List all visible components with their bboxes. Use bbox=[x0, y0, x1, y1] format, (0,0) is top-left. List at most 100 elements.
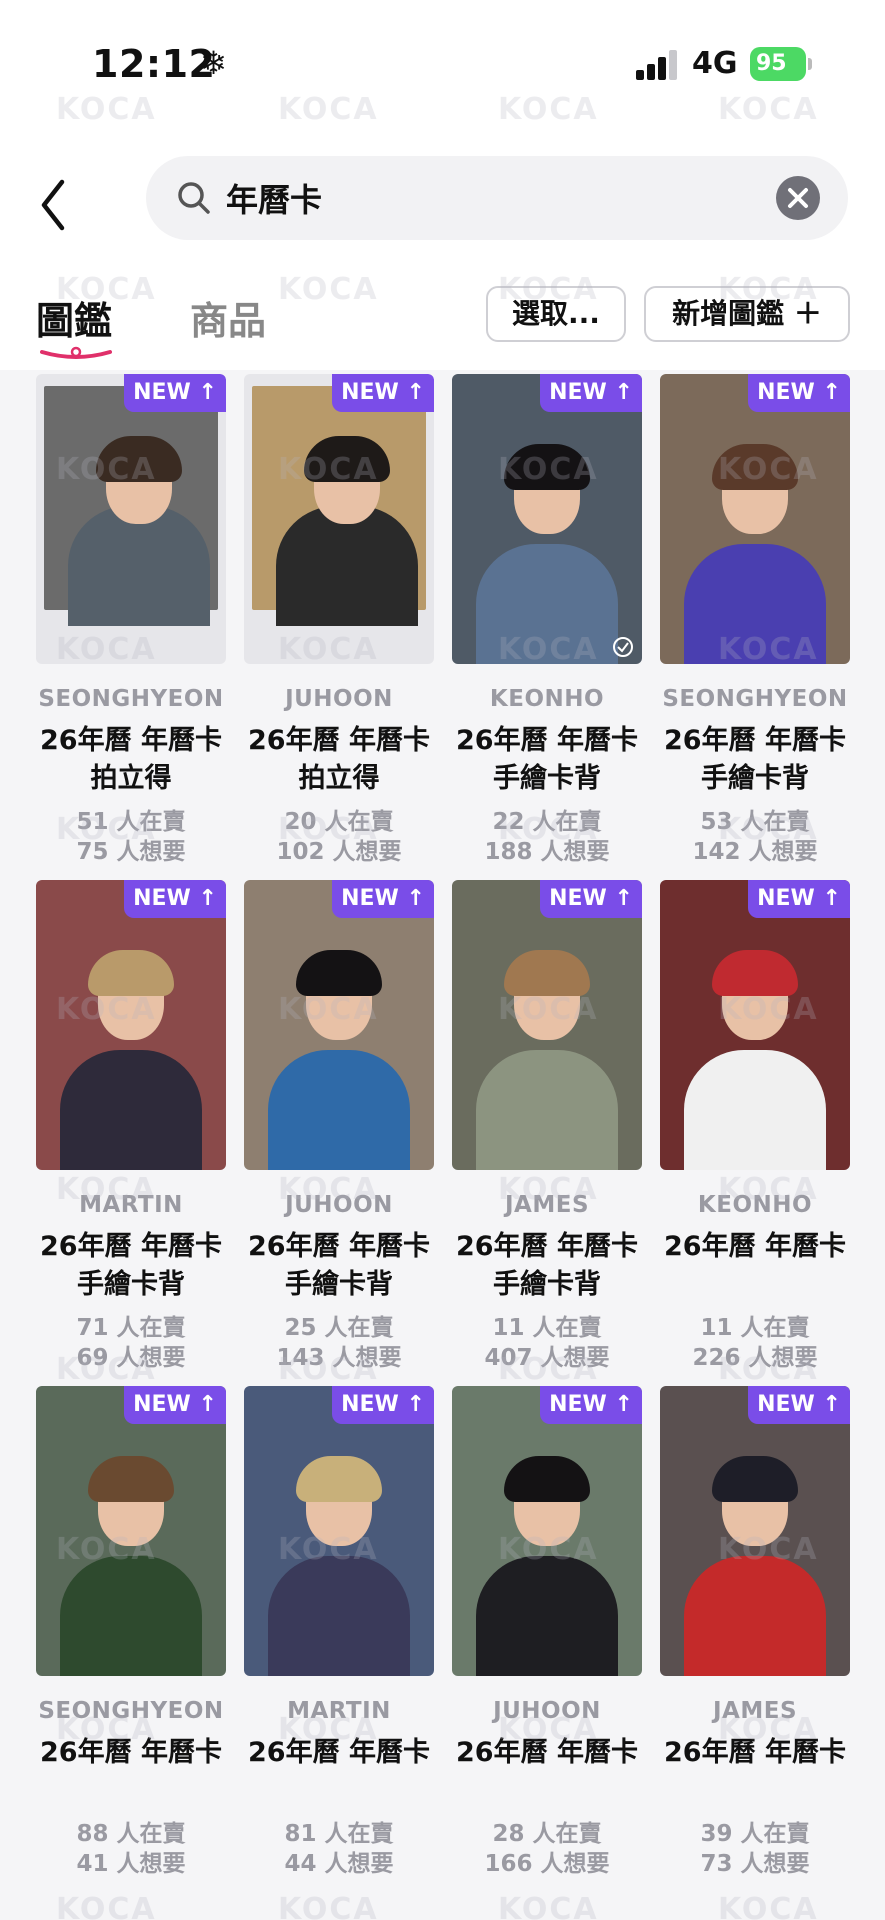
figure-hair bbox=[296, 1456, 382, 1502]
card-image[interactable]: NEW ↑ bbox=[452, 880, 642, 1170]
photocard-item[interactable]: NEW ↑ JAMES 26年曆 年曆卡 39 人在賣 73 人想要 bbox=[660, 1384, 850, 1890]
card-image[interactable]: NEW ↑ bbox=[36, 374, 226, 664]
close-icon bbox=[788, 188, 808, 208]
wanting-count: 75 人想要 bbox=[76, 839, 186, 865]
new-badge: NEW ↑ bbox=[748, 374, 850, 412]
photocard-item[interactable]: NEW ↑ SEONGHYEON 26年曆 年曆卡 手繪卡背 53 人在賣 14… bbox=[660, 372, 850, 878]
figure-hair bbox=[712, 444, 798, 490]
photocard-item[interactable]: NEW ↑ MARTIN 26年曆 年曆卡 81 人在賣 44 人想要 bbox=[244, 1384, 434, 1890]
selling-count: 71 人在賣 bbox=[76, 1315, 186, 1341]
card-grid: NEW ↑ SEONGHYEON 26年曆 年曆卡 拍立得 51 人在賣 75 … bbox=[36, 372, 850, 1890]
card-photo bbox=[244, 1386, 434, 1676]
figure-body bbox=[276, 506, 418, 626]
card-image[interactable]: NEW ↑ bbox=[36, 880, 226, 1170]
wanting-count: 188 人想要 bbox=[484, 839, 610, 865]
member-name: SEONGHYEON bbox=[38, 1698, 224, 1724]
figure-hair bbox=[712, 950, 798, 996]
card-image[interactable]: NEW ↑ bbox=[660, 374, 850, 664]
figure-body bbox=[268, 1050, 410, 1170]
tab-indicator bbox=[40, 346, 112, 359]
figure-hair bbox=[88, 950, 174, 996]
figure-hair bbox=[88, 1456, 174, 1502]
photocard-item[interactable]: NEW ↑ JAMES 26年曆 年曆卡 手繪卡背 11 人在賣 407 人想要 bbox=[452, 878, 642, 1384]
card-title: 26年曆 年曆卡 手繪卡背 bbox=[456, 1231, 638, 1300]
new-badge: NEW ↑ bbox=[540, 374, 642, 412]
snowflake-icon: ❄ bbox=[200, 44, 227, 82]
add-collection-button[interactable]: 新增圖鑑 ＋ bbox=[644, 286, 850, 342]
card-image[interactable]: NEW ↑ bbox=[660, 880, 850, 1170]
photocard-item[interactable]: NEW ↑ JUHOON 26年曆 年曆卡 手繪卡背 25 人在賣 143 人想… bbox=[244, 878, 434, 1384]
figure-body bbox=[684, 544, 826, 664]
figure-hair bbox=[712, 1456, 798, 1502]
wanting-count: 143 人想要 bbox=[276, 1345, 402, 1371]
new-badge: NEW ↑ bbox=[540, 1386, 642, 1424]
back-button[interactable] bbox=[30, 170, 80, 240]
card-photo bbox=[44, 386, 218, 626]
card-image[interactable]: NEW ↑ bbox=[452, 374, 642, 664]
network-label: 4G bbox=[692, 46, 738, 81]
figure-hair bbox=[504, 950, 590, 996]
wanting-count: 407 人想要 bbox=[484, 1345, 610, 1371]
select-button[interactable]: 選取... bbox=[486, 286, 626, 342]
selling-count: 51 人在賣 bbox=[76, 809, 186, 835]
battery-icon: 95 bbox=[750, 47, 806, 81]
card-photo bbox=[660, 1386, 850, 1676]
selling-count: 22 人在賣 bbox=[492, 809, 602, 835]
photocard-item[interactable]: NEW ↑ KEONHO 26年曆 年曆卡 手繪卡背 22 人在賣 188 人想… bbox=[452, 372, 642, 878]
watermark-text: KOCA bbox=[718, 1892, 819, 1920]
member-name: MARTIN bbox=[287, 1698, 391, 1724]
figure-body bbox=[684, 1050, 826, 1170]
wanting-count: 73 人想要 bbox=[700, 1851, 810, 1877]
signal-icon bbox=[636, 50, 680, 80]
figure-body bbox=[684, 1556, 826, 1676]
card-image[interactable]: NEW ↑ bbox=[244, 880, 434, 1170]
selling-count: 81 人在賣 bbox=[284, 1821, 394, 1847]
selling-count: 28 人在賣 bbox=[492, 1821, 602, 1847]
card-image[interactable]: NEW ↑ bbox=[244, 374, 434, 664]
card-title: 26年曆 年曆卡 拍立得 bbox=[40, 725, 222, 794]
selling-count: 20 人在賣 bbox=[284, 809, 394, 835]
selling-count: 25 人在賣 bbox=[284, 1315, 394, 1341]
card-photo bbox=[36, 880, 226, 1170]
card-image[interactable]: NEW ↑ bbox=[36, 1386, 226, 1676]
photocard-item[interactable]: NEW ↑ KEONHO 26年曆 年曆卡 11 人在賣 226 人想要 bbox=[660, 878, 850, 1384]
card-photo bbox=[244, 880, 434, 1170]
selling-count: 39 人在賣 bbox=[700, 1821, 810, 1847]
wanting-count: 142 人想要 bbox=[692, 839, 818, 865]
photocard-item[interactable]: NEW ↑ MARTIN 26年曆 年曆卡 手繪卡背 71 人在賣 69 人想要 bbox=[36, 878, 226, 1384]
selling-count: 88 人在賣 bbox=[76, 1821, 186, 1847]
photocard-item[interactable]: NEW ↑ SEONGHYEON 26年曆 年曆卡 拍立得 51 人在賣 75 … bbox=[36, 372, 226, 878]
card-title: 26年曆 年曆卡 bbox=[664, 1231, 846, 1262]
card-title: 26年曆 年曆卡 手繪卡背 bbox=[248, 1231, 430, 1300]
card-image[interactable]: NEW ↑ bbox=[244, 1386, 434, 1676]
new-badge: NEW ↑ bbox=[332, 880, 434, 918]
member-name: JAMES bbox=[712, 1698, 798, 1724]
card-image[interactable]: NEW ↑ bbox=[660, 1386, 850, 1676]
wanting-count: 44 人想要 bbox=[284, 1851, 394, 1877]
tab-collection[interactable]: 圖鑑 bbox=[36, 290, 112, 345]
status-time: 12:12 bbox=[92, 42, 216, 86]
figure-hair bbox=[296, 950, 382, 996]
selling-count: 53 人在賣 bbox=[700, 809, 810, 835]
battery-tip bbox=[808, 58, 812, 70]
photocard-item[interactable]: NEW ↑ JUHOON 26年曆 年曆卡 拍立得 20 人在賣 102 人想要 bbox=[244, 372, 434, 878]
card-title: 26年曆 年曆卡 bbox=[664, 1737, 846, 1768]
figure-body bbox=[68, 506, 210, 626]
figure-hair bbox=[304, 436, 390, 482]
photocard-item[interactable]: NEW ↑ JUHOON 26年曆 年曆卡 28 人在賣 166 人想要 bbox=[452, 1384, 642, 1890]
card-photo bbox=[452, 1386, 642, 1676]
card-title: 26年曆 年曆卡 bbox=[456, 1737, 638, 1768]
card-photo bbox=[452, 374, 642, 664]
photocard-item[interactable]: NEW ↑ SEONGHYEON 26年曆 年曆卡 88 人在賣 41 人想要 bbox=[36, 1384, 226, 1890]
clear-search-button[interactable] bbox=[776, 176, 820, 220]
header: 圖鑑 商品 選取... 新增圖鑑 ＋ bbox=[0, 130, 885, 370]
figure-body bbox=[476, 1556, 618, 1676]
card-image[interactable]: NEW ↑ bbox=[452, 1386, 642, 1676]
watermark-text: KOCA bbox=[278, 1892, 379, 1920]
search-bar[interactable] bbox=[146, 156, 848, 240]
card-photo bbox=[252, 386, 426, 626]
tab-products[interactable]: 商品 bbox=[190, 290, 266, 345]
selling-count: 11 人在賣 bbox=[700, 1315, 810, 1341]
search-input[interactable] bbox=[226, 172, 746, 224]
figure-body bbox=[476, 544, 618, 664]
